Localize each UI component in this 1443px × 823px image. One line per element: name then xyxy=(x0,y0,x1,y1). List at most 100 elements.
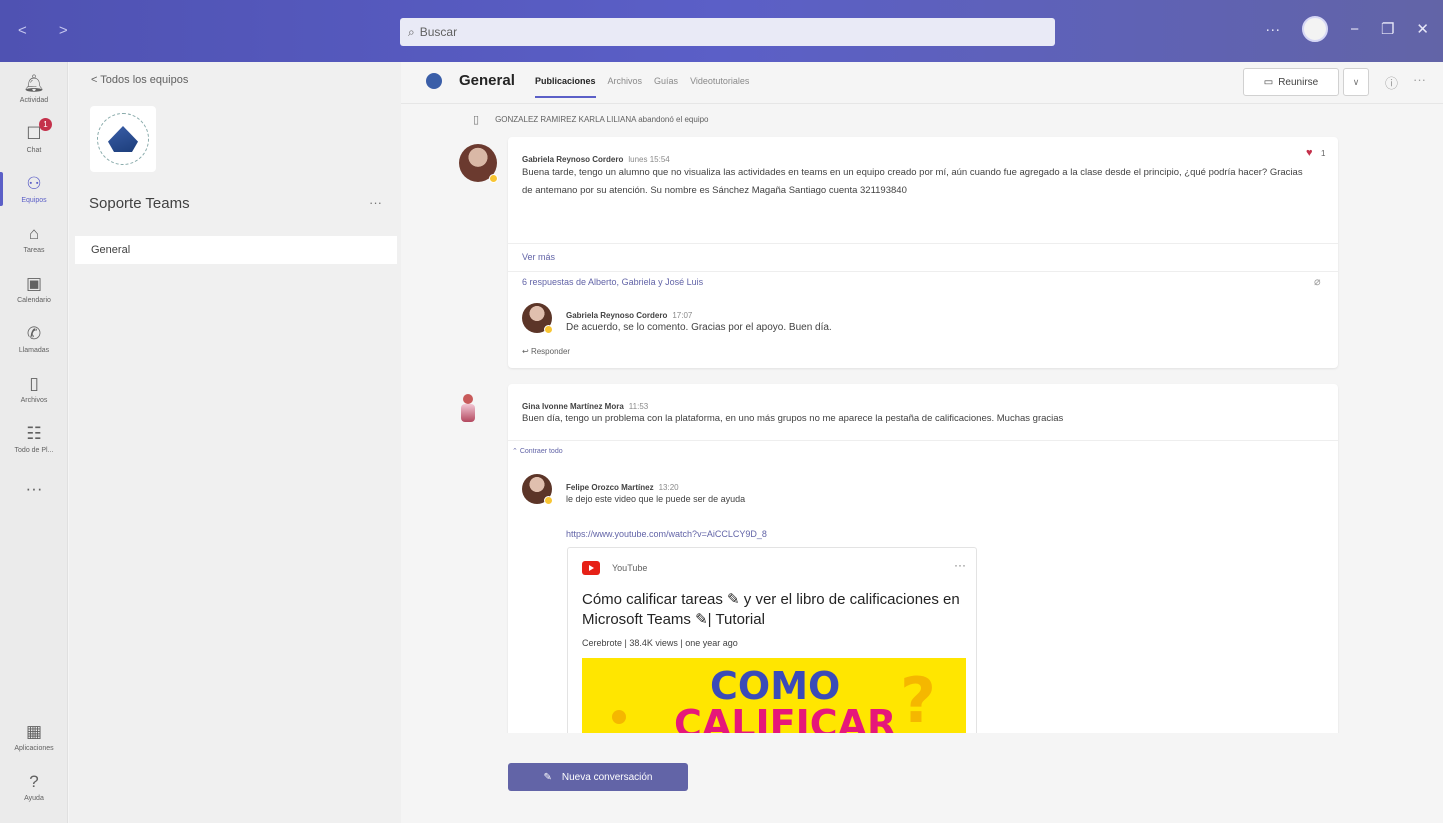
video-thumbnail[interactable]: COMO CALIFICAR ? xyxy=(582,658,966,733)
backpack-icon: ⌂ xyxy=(28,224,40,243)
rail-label: Aplicaciones xyxy=(14,745,54,752)
post-card: Gabriela Reynoso Cordero lunes 15:54 ♥ 1 … xyxy=(508,137,1338,368)
video-title[interactable]: Cómo calificar tareas ✎ y ver el libro d… xyxy=(582,590,962,630)
reply-body: le dejo este video que le puede ser de a… xyxy=(566,494,746,504)
post-author[interactable]: Gabriela Reynoso Cordero xyxy=(522,155,623,164)
rail-item-apps[interactable]: ▦ Aplicaciones xyxy=(0,712,68,762)
new-conversation-label: Nueva conversación xyxy=(561,771,653,783)
tab-guides[interactable]: Guías xyxy=(654,76,678,98)
rail-item-planner[interactable]: ☷ Todo de Pl... xyxy=(0,414,68,464)
team-logo xyxy=(90,106,156,172)
compose-icon: ✎ xyxy=(543,771,552,783)
unread-badge: 1 xyxy=(39,118,52,131)
rail-item-teams[interactable]: ⚇ Equipos xyxy=(0,164,68,214)
rail-item-activity[interactable]: 🔔︎ Actividad xyxy=(0,64,68,114)
window-controls: ··· − ❐ ✕ xyxy=(1265,16,1429,42)
rail-item-more[interactable]: ··· xyxy=(0,464,68,514)
title-bar: < > ⌕ Buscar ··· − ❐ ✕ xyxy=(0,0,1443,62)
team-more-button[interactable]: ··· xyxy=(369,195,382,210)
thumbnail-dot xyxy=(612,710,626,724)
team-avatar-icon xyxy=(426,73,442,89)
card-more-button[interactable]: ··· xyxy=(954,558,966,572)
more-icon: ··· xyxy=(25,479,43,498)
tab-videotutorials[interactable]: Videotutoriales xyxy=(690,76,749,98)
rail-item-assignments[interactable]: ⌂ Tareas xyxy=(0,214,68,264)
search-icon: ⌕ xyxy=(408,24,415,39)
close-button[interactable]: ✕ xyxy=(1416,20,1429,38)
user-avatar[interactable] xyxy=(1302,16,1329,42)
reply-body: De acuerdo, se lo comento. Gracias por e… xyxy=(566,322,832,333)
teams-icon: ⚇ xyxy=(26,174,42,193)
post-time: lunes 15:54 xyxy=(628,155,670,164)
attachment-icon: ⌀ xyxy=(1314,276,1321,288)
channel-title: General xyxy=(459,72,515,89)
youtube-link[interactable]: https://www.youtube.com/watch?v=AiCCLCY9… xyxy=(566,529,767,539)
rail-item-help[interactable]: ? Ayuda xyxy=(0,762,68,812)
channel-tabs: Publicaciones Archivos Guías Videotutori… xyxy=(535,76,749,98)
header-more-button[interactable]: ··· xyxy=(1413,72,1426,87)
video-meta: Cerebrote | 38.4K views | one year ago xyxy=(582,638,738,648)
presence-away-icon xyxy=(544,496,553,505)
apps-icon: ▦ xyxy=(25,722,43,741)
replies-summary-link[interactable]: 6 respuestas de Alberto, Gabriela y José… xyxy=(522,277,703,287)
posts-feed[interactable]: ▯ GONZALEZ RAMIREZ KARLA LILIANA abandon… xyxy=(401,105,1443,733)
video-icon: ▭ xyxy=(1263,76,1274,88)
maximize-button[interactable]: ❐ xyxy=(1381,20,1394,38)
rail-label: Chat xyxy=(26,147,42,154)
rail-label: Ayuda xyxy=(24,795,44,802)
search-placeholder: Buscar xyxy=(419,25,458,39)
system-message: ▯ GONZALEZ RAMIREZ KARLA LILIANA abandon… xyxy=(473,113,709,126)
tab-files[interactable]: Archivos xyxy=(608,76,643,98)
more-options-button[interactable]: ··· xyxy=(1265,21,1280,38)
post-body: Buena tarde, tengo un alumno que no visu… xyxy=(522,167,1303,196)
meet-button[interactable]: ▭ Reunirse xyxy=(1243,68,1339,96)
meet-dropdown-button[interactable]: ∨ xyxy=(1343,68,1369,96)
rail-item-calls[interactable]: ✆ Llamadas xyxy=(0,314,68,364)
post-body: Buen día, tengo un problema con la plata… xyxy=(522,413,1064,424)
collapse-icon: ⌃ xyxy=(512,448,520,455)
divider xyxy=(508,243,1338,244)
rail-label: Archivos xyxy=(20,397,48,404)
rail-label: Tareas xyxy=(23,247,45,254)
avatar[interactable] xyxy=(459,394,479,428)
rail-label: Actividad xyxy=(19,97,49,104)
planner-icon: ☷ xyxy=(26,424,42,443)
rail-label: Calendario xyxy=(17,297,51,304)
nav-arrows[interactable]: < > xyxy=(18,22,82,39)
compose-bar: ✎ Nueva conversación xyxy=(401,733,1443,823)
reply-arrow-icon: ↩ xyxy=(522,347,531,356)
see-more-link[interactable]: Ver más xyxy=(522,252,555,262)
rail-item-calendar[interactable]: ▣ Calendario xyxy=(0,264,68,314)
channel-header: General Publicaciones Archivos Guías Vid… xyxy=(401,62,1443,104)
collapse-all-link[interactable]: ⌃ Contraer todo xyxy=(512,447,563,455)
rail-item-chat[interactable]: ☐ 1 Chat xyxy=(0,114,68,164)
channel-item-general[interactable]: General xyxy=(75,236,397,264)
team-seal-icon xyxy=(97,113,149,165)
presence-away-icon xyxy=(544,325,553,334)
app-rail: 🔔︎ Actividad ☐ 1 Chat ⚇ Equipos ⌂ Tareas… xyxy=(0,62,68,823)
youtube-preview-card[interactable]: YouTube ··· Cómo calificar tareas ✎ y ve… xyxy=(567,547,977,733)
info-icon[interactable]: ⓘ xyxy=(1385,73,1398,92)
rail-item-files[interactable]: ▯ Archivos xyxy=(0,364,68,414)
system-message-text: GONZALEZ RAMIREZ KARLA LILIANA abandonó … xyxy=(495,115,709,124)
youtube-source: YouTube xyxy=(612,563,648,573)
thumbnail-text-2: CALIFICAR xyxy=(674,702,897,733)
tab-posts[interactable]: Publicaciones xyxy=(535,76,596,98)
collapse-label: Contraer todo xyxy=(519,448,563,455)
reaction-count: 1 xyxy=(1321,149,1326,158)
all-teams-link[interactable]: < Todos los equipos xyxy=(91,74,188,86)
heart-reaction-icon[interactable]: ♥ xyxy=(1306,147,1313,159)
search-input[interactable]: ⌕ Buscar xyxy=(400,18,1055,46)
new-conversation-button[interactable]: ✎ Nueva conversación xyxy=(508,763,688,791)
help-icon: ? xyxy=(29,772,39,791)
calendar-icon: ▣ xyxy=(25,274,43,293)
reply-button[interactable]: ↩ Responder xyxy=(522,347,570,356)
rail-label: Equipos xyxy=(21,197,47,204)
minimize-button[interactable]: − xyxy=(1350,21,1359,38)
bell-icon: 🔔︎ xyxy=(23,74,45,93)
teams-panel: < Todos los equipos Soporte Teams ··· Ge… xyxy=(69,62,401,823)
rail-label: Todo de Pl... xyxy=(14,447,54,454)
divider xyxy=(508,271,1338,272)
meet-label: Reunirse xyxy=(1278,76,1319,88)
team-name: Soporte Teams xyxy=(89,195,190,212)
